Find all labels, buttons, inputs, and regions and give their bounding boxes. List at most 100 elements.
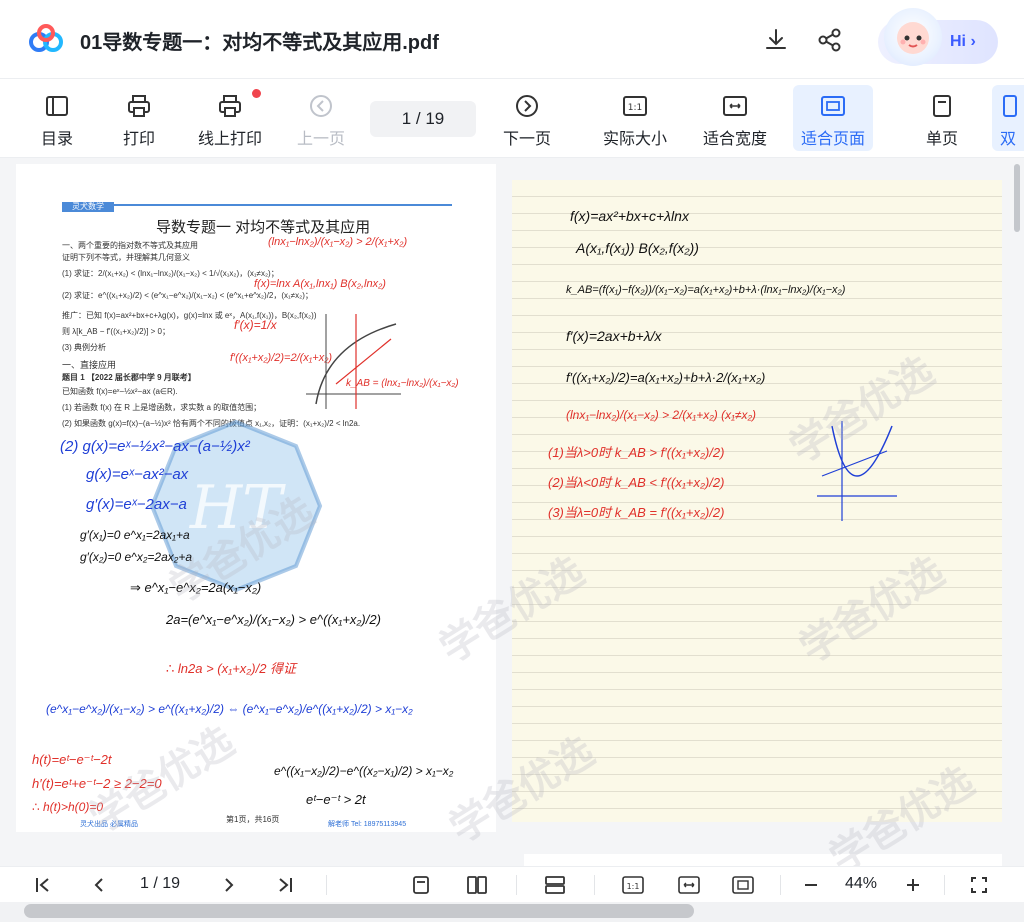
handwriting-line: ⇒ e^x₁−e^x₂=2a(x₁−x₂) xyxy=(130,580,262,595)
download-icon[interactable] xyxy=(762,26,790,54)
document-viewport[interactable]: 灵犬数学 导数专题一 对均不等式及其应用 一、两个重要的指对数不等式及其应用 证… xyxy=(0,158,1024,866)
handwriting-line: g′(x)=eˣ−2ax−a xyxy=(86,496,187,513)
footer-page-number: 第1页，共16页 xyxy=(226,815,280,824)
fit-width-button[interactable]: 适合宽度 xyxy=(700,79,770,157)
handwriting-line: eᵗ−e⁻ᵗ > 2t xyxy=(306,792,366,807)
sheet-line: (1) 若函数 f(x) 在 R 上是增函数，求实数 a 的取值范围； xyxy=(62,403,262,412)
svg-text:1:1: 1:1 xyxy=(627,882,640,891)
fit-width-icon xyxy=(722,93,748,119)
printer-icon xyxy=(126,93,152,119)
handwriting-line: (e^x₁−e^x₂)/(x₁−x₂) > e^((x₁+x₂)/2) ⇔ (e… xyxy=(46,702,413,716)
svg-text:HT: HT xyxy=(189,473,286,543)
sheet-line: (1) 求证：2/(x₁+x₂) < (lnx₁−lnx₂)/(x₁−x₂) <… xyxy=(62,269,279,278)
next-page-button[interactable]: 下一页 xyxy=(500,79,554,157)
handwriting-line: f(x)=ax²+bx+c+λlnx xyxy=(570,208,689,224)
handwriting-line: g′(x₁)=0 e^x₁=2ax₁+a xyxy=(80,528,190,542)
handwriting-line: g′(x₂)=0 e^x₂=2ax₂+a xyxy=(80,550,193,564)
continuous-scroll-icon[interactable] xyxy=(542,873,568,897)
sheet-header: 灵犬数学 xyxy=(62,196,452,212)
sheet-line: 已知函数 f(x)=eˣ−½x²−ax (a∈R). xyxy=(62,387,178,396)
first-page-icon[interactable] xyxy=(30,873,56,897)
handwriting-line: (3)当λ=0时 k_AB = f′((x₁+x₂)/2) xyxy=(548,505,725,520)
handwriting-line: h(t)=eᵗ−e⁻ᵗ−2t xyxy=(32,752,112,767)
fit-page-button[interactable]: 适合页面 xyxy=(793,85,873,151)
handwriting-line: f′(x)=2ax+b+λ/x xyxy=(566,328,662,344)
zoom-out-icon[interactable] xyxy=(798,873,824,897)
handwriting-line: h′(t)=eᵗ+e⁻ᵗ−2 ≥ 2−2=0 xyxy=(32,776,162,791)
handwriting-line: f′((x₁+x₂)/2)=a(x₁+x₂)+b+λ·2/(x₁+x₂) xyxy=(566,370,766,385)
sheet-title: 导数专题一 对均不等式及其应用 xyxy=(156,219,371,236)
title-bar: 01导数专题一：对均不等式及其应用.pdf Hi › xyxy=(0,0,1024,79)
actual-size-small-icon[interactable]: 1:1 xyxy=(620,873,646,897)
share-icon[interactable] xyxy=(816,26,844,54)
single-page-button[interactable]: 单页 xyxy=(922,79,962,157)
footer-contact: 解老师 Tel: 18975113945 xyxy=(328,821,407,828)
zoom-level[interactable]: 44% xyxy=(845,875,877,893)
zoom-in-icon[interactable] xyxy=(900,873,926,897)
handwriting-line: (1)当λ>0时 k_AB > f′((x₁+x₂)/2) xyxy=(548,445,725,460)
separator xyxy=(944,875,945,895)
toolbar: 目录 打印 线上打印 上一页 1 / 19 下一页 1:1 实际大小 适合宽度 … xyxy=(0,79,1024,158)
separator xyxy=(594,875,595,895)
single-page-icon xyxy=(929,93,955,119)
fit-page-icon xyxy=(820,93,846,119)
handwriting-line: g(x)=eˣ−ax²−ax xyxy=(86,466,189,483)
prev-page-button[interactable]: 上一页 xyxy=(296,79,346,157)
toc-icon xyxy=(44,93,70,119)
toc-button[interactable]: 目录 xyxy=(36,79,78,157)
last-page-icon[interactable] xyxy=(272,873,298,897)
fullscreen-icon[interactable] xyxy=(966,873,992,897)
bottom-page-indicator[interactable]: 1 / 19 xyxy=(140,875,180,893)
document-title: 01导数专题一：对均不等式及其应用.pdf xyxy=(80,32,439,54)
handwriting-line: f(x)=lnx A(x₁,lnx₁) B(x₂,lnx₂) xyxy=(254,278,386,290)
print-button[interactable]: 打印 xyxy=(118,79,160,157)
sheet-line: 证明下列不等式，并理解其几何意义 xyxy=(62,253,190,262)
svg-text:1:1: 1:1 xyxy=(628,103,642,113)
app-logo-icon xyxy=(29,24,63,52)
fit-page-small-icon[interactable] xyxy=(730,873,756,897)
actual-size-button[interactable]: 1:1 实际大小 xyxy=(600,79,670,157)
actual-size-icon: 1:1 xyxy=(622,93,648,119)
pdf-page-next xyxy=(524,854,1002,866)
separator xyxy=(780,875,781,895)
handwriting-line: (2)当λ<0时 k_AB < f′((x₁+x₂)/2) xyxy=(548,475,725,490)
vertical-scrollbar[interactable] xyxy=(1014,164,1020,232)
double-page-view-icon[interactable] xyxy=(464,873,490,897)
parabola-sketch xyxy=(817,421,897,521)
sheet-line: 一、两个重要的指对数不等式及其应用 xyxy=(62,241,198,250)
pdf-page-left: 灵犬数学 导数专题一 对均不等式及其应用 一、两个重要的指对数不等式及其应用 证… xyxy=(16,164,496,832)
assistant-avatar[interactable] xyxy=(884,8,942,66)
sheet-line: (2) 求证：e^((x₁+x₂)/2) < (e^x₁−e^x₂)/(x₁−x… xyxy=(62,291,313,300)
online-printer-icon xyxy=(217,93,243,119)
separator xyxy=(326,875,327,895)
footer-left: 灵犬出品 必属精品 xyxy=(80,821,138,828)
handwriting-line: ∴ ln2a > (x₁+x₂)/2 得证 xyxy=(166,661,297,676)
page-number-input[interactable]: 1 / 19 xyxy=(370,101,476,137)
separator xyxy=(516,875,517,895)
chevron-right-circle-icon xyxy=(514,93,540,119)
handwriting-line: k_AB=(f(x₁)−f(x₂))/(x₁−x₂)=a(x₁+x₂)+b+λ·… xyxy=(566,284,846,296)
log-curve-sketch xyxy=(306,314,401,409)
handwriting-line: e^((x₁−x₂)/2)−e^((x₂−x₁)/2) > x₁−x₂ xyxy=(274,764,454,778)
sheet-line: 题目 1 【2022 届长郡中学 9 月联考】 xyxy=(62,373,196,382)
sheet-line: 一、直接应用 xyxy=(62,360,117,370)
chevron-left-circle-icon xyxy=(308,93,334,119)
bottom-toolbar: 1 / 19 1:1 44% xyxy=(0,866,1024,903)
handwriting-line: (lnx₁−lnx₂)/(x₁−x₂) > 2/(x₁+x₂) xyxy=(268,236,408,248)
horizontal-scrollbar-thumb[interactable] xyxy=(24,904,694,918)
double-page-icon xyxy=(995,93,1021,119)
prev-page-icon[interactable] xyxy=(86,873,112,897)
single-page-view-icon[interactable] xyxy=(408,873,434,897)
fit-width-small-icon[interactable] xyxy=(676,873,702,897)
assistant-label[interactable]: Hi › xyxy=(950,33,976,51)
notification-dot xyxy=(252,89,261,98)
double-page-button[interactable]: 双 xyxy=(992,85,1024,151)
handwriting-line: ∴ h(t)>h(0)=0 xyxy=(32,800,103,814)
handwriting-line: f′(x)=1/x xyxy=(234,318,277,332)
sheet-line: 则 λ[k_AB − f′((x₁+x₂)/2)] > 0； xyxy=(62,327,170,336)
pdf-page-right: f(x)=ax²+bx+c+λlnx A(x₁,f(x₁)) B(x₂,f(x₂… xyxy=(512,180,1002,822)
next-page-icon[interactable] xyxy=(216,873,242,897)
handwriting-line: (2) g(x)=eˣ−½x²−ax−(a−½)x² xyxy=(60,438,250,455)
handwriting-line: (lnx₁−lnx₂)/(x₁−x₂) > 2/(x₁+x₂) (x₁≠x₂) xyxy=(566,408,757,422)
handwriting-line: A(x₁,f(x₁)) B(x₂,f(x₂)) xyxy=(576,240,699,256)
